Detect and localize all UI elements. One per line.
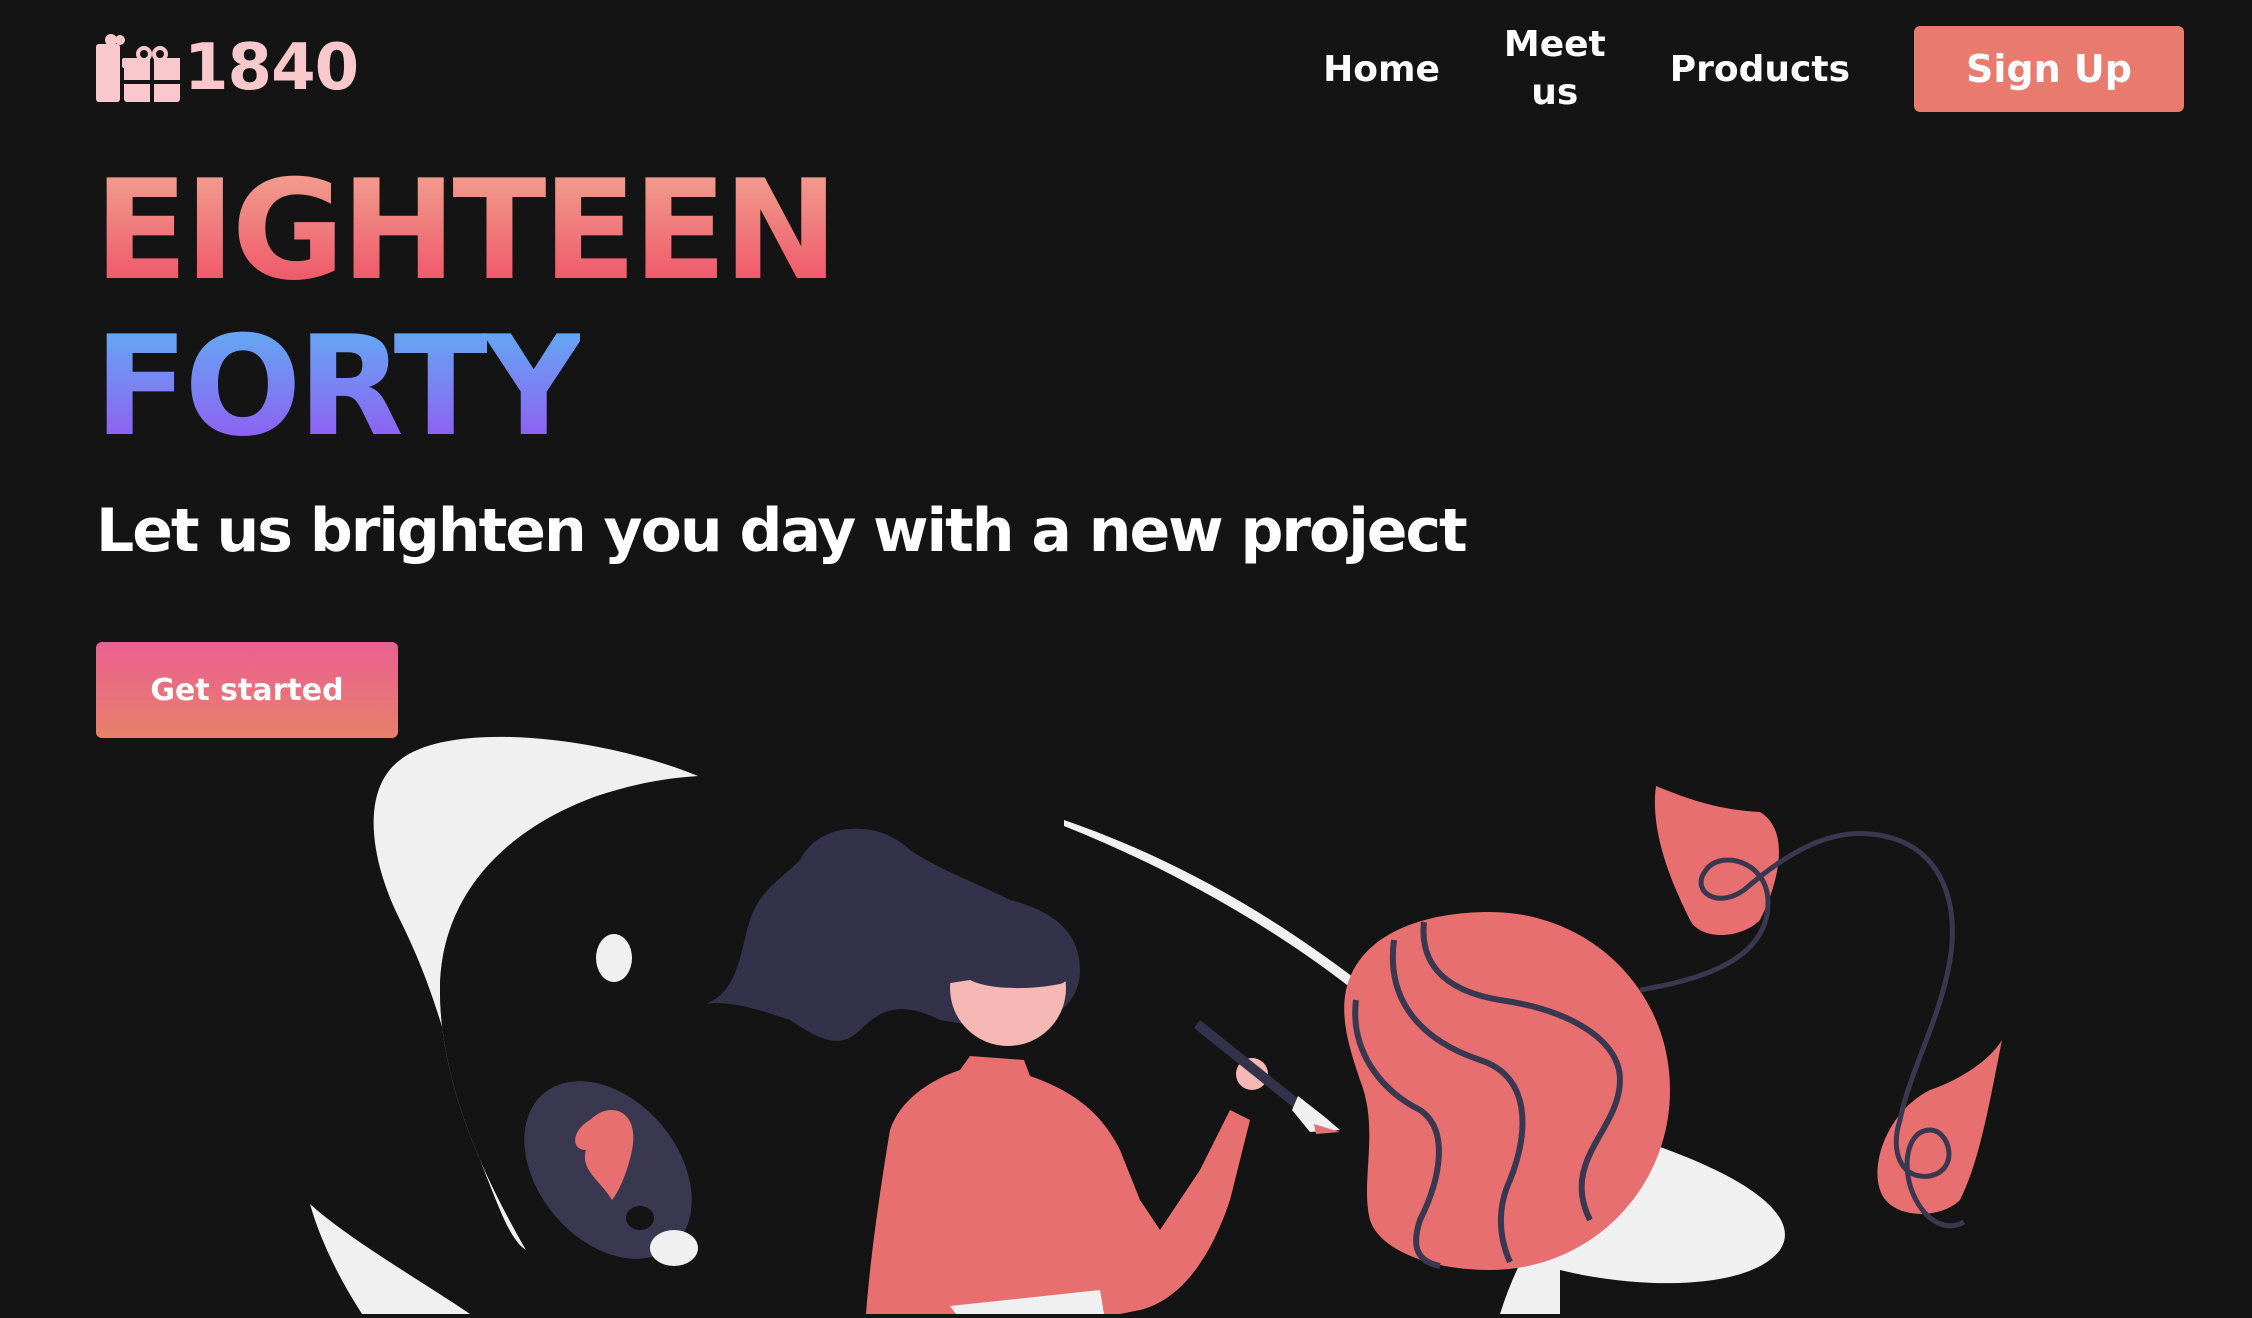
palette-hole-shape (626, 1206, 654, 1230)
logo-text: 1840 (184, 31, 359, 105)
signup-button[interactable]: Sign Up (1914, 26, 2184, 112)
main-nav: Home Meet us Products Sign Up (1323, 24, 2184, 113)
nav-meet-us-link[interactable]: Meet us (1504, 21, 1606, 117)
light-stroke-shape (1064, 820, 1370, 1000)
hero-title-line1: EIGHTEEN (94, 150, 839, 311)
hero-tagline: Let us brighten you day with a new proje… (96, 496, 1468, 566)
nav-home-link[interactable]: Home (1323, 49, 1440, 90)
nav-meet-us-line2: us (1531, 72, 1579, 113)
woman-painting-illustration (0, 700, 2252, 1314)
brush-shape (1194, 1020, 1300, 1108)
palette-thumb-shape (650, 1230, 698, 1266)
nav-meet-us-line1: Meet (1503, 24, 1606, 65)
light-bottom-left-shape (310, 1204, 470, 1314)
nav-products-link[interactable]: Products (1670, 49, 1850, 90)
light-oval-shape (596, 934, 632, 982)
gift-icon (96, 34, 180, 102)
sweater-shape (866, 1056, 1250, 1314)
brand-logo[interactable]: 1840 (96, 31, 359, 105)
hero-title-line2: FORTY (94, 306, 584, 467)
